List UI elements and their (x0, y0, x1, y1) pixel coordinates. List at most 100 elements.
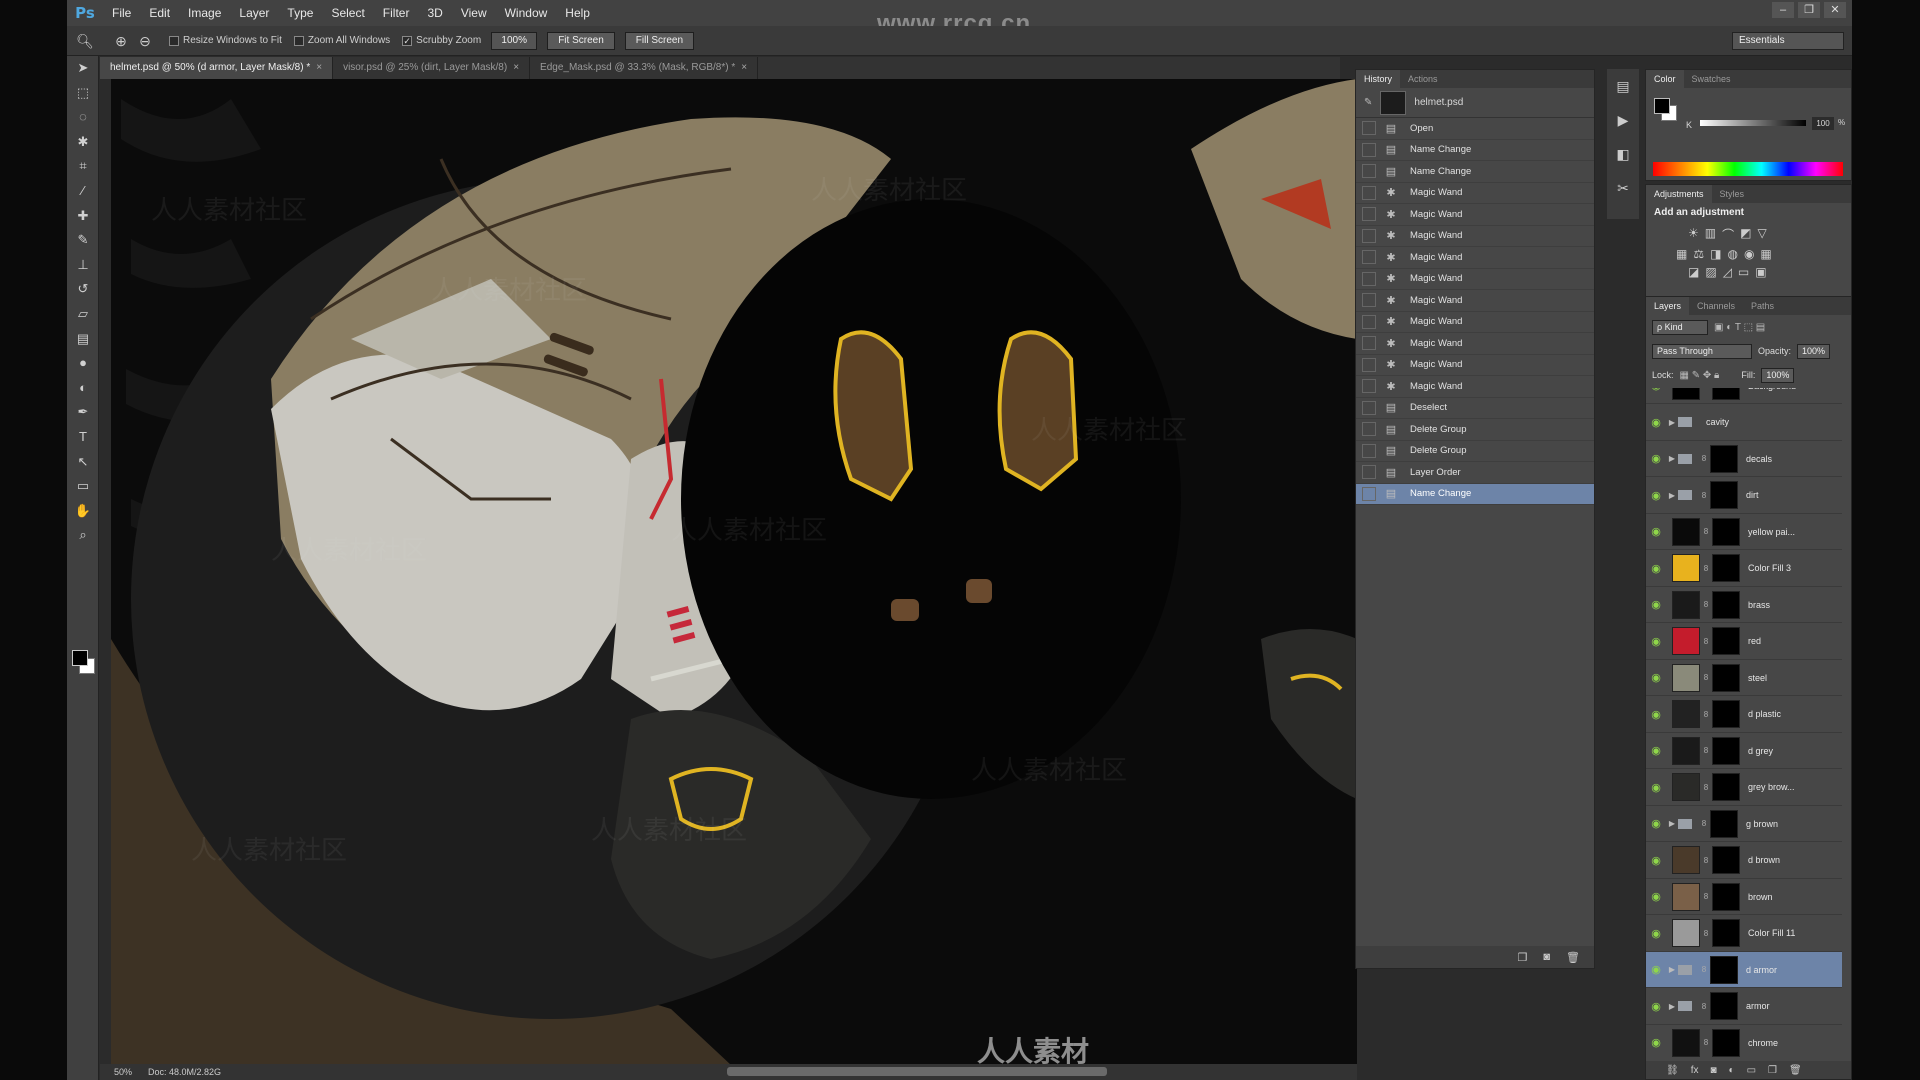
tab-helmet[interactable]: helmet.psd @ 50% (d armor, Layer Mask/8)… (100, 57, 334, 79)
layer-mask-thumbnail[interactable] (1712, 882, 1740, 911)
eye-icon[interactable]: ◉ (1646, 416, 1666, 429)
eyedropper-tool-icon[interactable]: ⁄ (67, 179, 99, 204)
adjustment-layer-icon[interactable]: ◐ (1729, 1065, 1735, 1076)
layer-row[interactable]: ◉ 8 d brown (1646, 843, 1842, 879)
history-item[interactable]: ✱ Magic Wand (1356, 312, 1594, 333)
expand-arrow-icon[interactable]: ▶ (1666, 819, 1678, 828)
mask-link-icon[interactable]: 8 (1702, 1038, 1710, 1047)
tab-color[interactable]: Color (1646, 70, 1684, 88)
mask-link-icon[interactable]: 8 (1702, 892, 1710, 901)
eye-icon[interactable]: ◉ (1646, 671, 1666, 684)
history-source-box[interactable] (1362, 465, 1376, 480)
threshold-icon[interactable]: ◿ (1723, 265, 1732, 279)
mask-link-icon[interactable]: 8 (1700, 819, 1708, 828)
workspace-select[interactable]: Essentials (1732, 32, 1844, 50)
layer-row[interactable]: ◉ 8 yellow pai... (1646, 514, 1842, 550)
history-snapshot[interactable]: ✎ helmet.psd (1356, 88, 1594, 118)
menu-filter[interactable]: Filter (374, 6, 419, 20)
new-document-icon[interactable]: ❐ (1518, 951, 1528, 964)
menu-edit[interactable]: Edit (140, 6, 179, 20)
close-icon[interactable]: × (316, 62, 322, 73)
history-item[interactable]: ✱ Magic Wand (1356, 376, 1594, 398)
eye-icon[interactable]: ◉ (1646, 854, 1666, 867)
levels-icon[interactable]: ▥ (1705, 226, 1716, 243)
eye-icon[interactable]: ◉ (1646, 890, 1666, 903)
fit-screen-button[interactable]: Fit Screen (547, 31, 615, 50)
layer-mask-thumbnail[interactable] (1712, 736, 1740, 765)
photo-filter-icon[interactable]: ◍ (1727, 247, 1737, 261)
eye-icon[interactable]: ◉ (1646, 708, 1666, 721)
history-source-box[interactable] (1362, 379, 1376, 394)
eye-icon[interactable]: ◉ (1646, 635, 1666, 648)
history-source-box[interactable] (1362, 121, 1376, 136)
rectangle-tool-icon[interactable]: ▭ (67, 474, 99, 499)
eye-icon[interactable]: ◉ (1646, 489, 1666, 502)
zoom-level[interactable]: 50% (114, 1067, 132, 1077)
kind-filter-select[interactable]: ρ Kind (1652, 319, 1708, 335)
tab-paths[interactable]: Paths (1743, 297, 1782, 315)
menu-image[interactable]: Image (179, 6, 230, 20)
history-panel-icon[interactable]: ▤ (1607, 69, 1639, 103)
menu-select[interactable]: Select (322, 6, 373, 20)
history-item[interactable]: ✱ Magic Wand (1356, 333, 1594, 355)
history-item[interactable]: ✱ Magic Wand (1356, 247, 1594, 269)
layer-row[interactable]: ◉ 8 d plastic (1646, 697, 1842, 733)
layer-mask-thumbnail[interactable] (1710, 992, 1738, 1020)
layer-row[interactable]: ◉ 8 steel (1646, 660, 1842, 696)
layer-mask-thumbnail[interactable] (1712, 388, 1740, 400)
mask-link-icon[interactable]: 8 (1702, 600, 1710, 609)
expand-arrow-icon[interactable]: ▶ (1666, 418, 1678, 427)
history-source-box[interactable] (1362, 336, 1376, 351)
pen-tool-icon[interactable]: ✒ (67, 400, 99, 425)
document-canvas[interactable]: 人人素材社区 人人素材社区 人人素材社区 人人素材社区 人人素材社区 人人素材社… (111, 79, 1357, 1065)
layer-mask-thumbnail[interactable] (1712, 590, 1740, 619)
layer-row[interactable]: ◉ ▶ 8 dirt (1646, 478, 1842, 514)
history-source-box[interactable] (1362, 185, 1376, 200)
eye-icon[interactable]: ◉ (1646, 598, 1666, 611)
black-white-icon[interactable]: ◨ (1710, 247, 1721, 261)
history-item[interactable]: ✱ Magic Wand (1356, 269, 1594, 290)
vibrance-icon[interactable]: ▽ (1757, 226, 1766, 243)
lock-icons[interactable]: ▦ ✎ ✥ 🔒︎ (1680, 370, 1720, 381)
close-button[interactable]: ✕ (1824, 2, 1846, 18)
blur-tool-icon[interactable]: ● (67, 351, 99, 376)
camera-icon[interactable]: ◙ (1543, 951, 1550, 963)
layer-row[interactable]: ◉ ▶ 8 d armor (1646, 952, 1842, 988)
history-item[interactable]: ▤ Delete Group (1356, 419, 1594, 441)
layer-row[interactable]: ◉ 8 red (1646, 624, 1842, 660)
mask-link-icon[interactable]: 8 (1702, 856, 1710, 865)
tab-layers[interactable]: Layers (1646, 297, 1690, 315)
zoom-tool-icon[interactable]: ⌕ (67, 523, 99, 548)
mask-link-icon[interactable]: 8 (1702, 710, 1710, 719)
zoom-in-icon[interactable]: ⊕ (109, 30, 133, 52)
layer-mask-thumbnail[interactable] (1712, 554, 1740, 582)
layer-mask-thumbnail[interactable] (1712, 663, 1740, 692)
zoom-percent-field[interactable]: 100% (491, 31, 538, 50)
brightness-icon[interactable]: ☀ (1688, 226, 1699, 243)
filter-icons[interactable]: ▣ ◐ T ⬚ ▤ (1714, 322, 1765, 333)
layer-row[interactable]: ◉ ▶ 8 armor (1646, 989, 1842, 1025)
history-item[interactable]: ▤ Name Change (1356, 483, 1594, 505)
mask-link-icon[interactable]: 8 (1700, 965, 1708, 974)
layer-row[interactable]: ◉ 8 brown (1646, 879, 1842, 915)
layer-row[interactable]: ◉ 8 Color Fill 3 (1646, 551, 1842, 587)
layer-row[interactable]: ◉ 8 grey brow... (1646, 770, 1842, 806)
menu-view[interactable]: View (452, 6, 496, 20)
minimize-button[interactable]: – (1772, 2, 1794, 18)
color-spectrum[interactable] (1653, 162, 1843, 176)
exposure-icon[interactable]: ◩ (1740, 226, 1751, 243)
mask-link-icon[interactable]: 8 (1702, 527, 1710, 536)
fx-icon[interactable]: fx (1691, 1065, 1699, 1076)
tab-actions[interactable]: Actions (1400, 70, 1446, 88)
history-source-box[interactable] (1362, 142, 1376, 157)
eye-icon[interactable]: ◉ (1646, 1036, 1666, 1049)
move-tool-icon[interactable]: ➤ (67, 56, 99, 81)
curves-icon[interactable]: ⌒ (1722, 226, 1734, 243)
eye-icon[interactable]: ◉ (1646, 963, 1666, 976)
mask-link-icon[interactable]: 8 (1702, 929, 1710, 938)
fill-screen-button[interactable]: Fill Screen (624, 31, 695, 50)
history-source-box[interactable] (1362, 314, 1376, 329)
tab-channels[interactable]: Channels (1689, 297, 1743, 315)
history-item[interactable]: ▤ Deselect (1356, 398, 1594, 419)
menu-layer[interactable]: Layer (230, 6, 278, 20)
